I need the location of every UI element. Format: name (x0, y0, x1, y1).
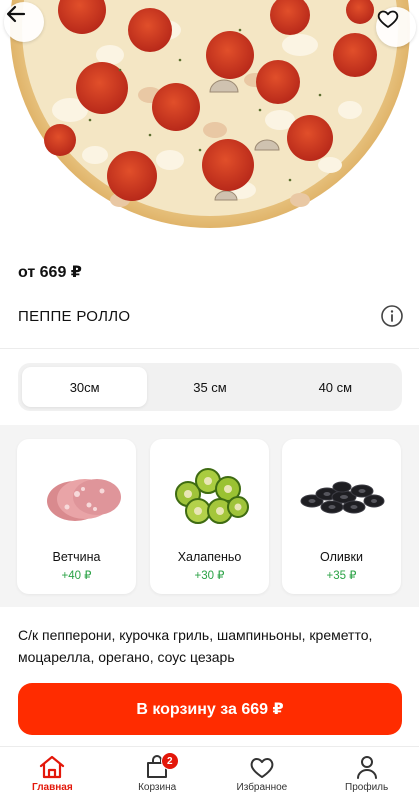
nav-label: Профиль (345, 782, 389, 793)
topping-price: +40 ₽ (61, 570, 92, 582)
heart-icon (377, 10, 399, 28)
topping-price: +35 ₽ (326, 570, 357, 582)
divider (0, 348, 419, 349)
home-icon (40, 755, 65, 779)
size-option-30[interactable]: 30см (22, 367, 148, 407)
topping-card-jalapeno[interactable]: Халапеньо +30 ₽ (150, 439, 269, 594)
nav-item-home[interactable]: Главная (0, 747, 105, 800)
topping-card-ham[interactable]: Ветчина +40 ₽ (17, 439, 136, 594)
olives-icon (300, 481, 385, 514)
size-selector: 30см 35 см 40 см (18, 363, 402, 411)
topping-price: +30 ₽ (194, 570, 225, 582)
nav-label: Главная (32, 782, 73, 793)
topping-name: Оливки (320, 550, 363, 564)
pizza-image (10, 0, 410, 228)
product-description: С/к пепперони, курочка гриль, шампиньоны… (18, 627, 373, 665)
topping-card-olives[interactable]: Оливки +35 ₽ (282, 439, 401, 594)
jalapeno-icon (175, 468, 249, 524)
nav-item-profile[interactable]: Профиль (314, 747, 419, 800)
arrow-left-icon (6, 5, 26, 23)
title-row: ПЕППЕ РОЛЛО (18, 300, 405, 332)
profile-icon (356, 756, 377, 779)
cart-badge: 2 (160, 752, 179, 770)
topping-name: Ветчина (52, 550, 101, 564)
topping-name: Халапеньо (177, 550, 242, 564)
price-label: от 669 ₽ (18, 264, 82, 281)
heart-icon (250, 758, 274, 778)
add-to-cart-button[interactable]: В корзину за 669 ₽ (18, 683, 402, 735)
nav-item-favorites[interactable]: Избранное (210, 747, 315, 800)
nav-item-cart[interactable]: 2 Корзина (105, 747, 210, 800)
nav-label: Корзина (138, 782, 177, 793)
favorite-button[interactable] (376, 7, 416, 47)
bottom-nav: Главная 2 Корзина Избранное Профиль (0, 746, 419, 800)
size-option-35[interactable]: 35 см (147, 367, 272, 407)
product-image (0, 0, 419, 240)
info-icon (381, 305, 403, 327)
back-button[interactable] (4, 2, 44, 42)
ham-icon (47, 479, 121, 521)
product-title: ПЕППЕ РОЛЛО (18, 307, 131, 325)
nav-label: Избранное (236, 782, 288, 793)
size-option-40[interactable]: 40 см (273, 367, 398, 407)
info-button[interactable] (379, 303, 405, 329)
